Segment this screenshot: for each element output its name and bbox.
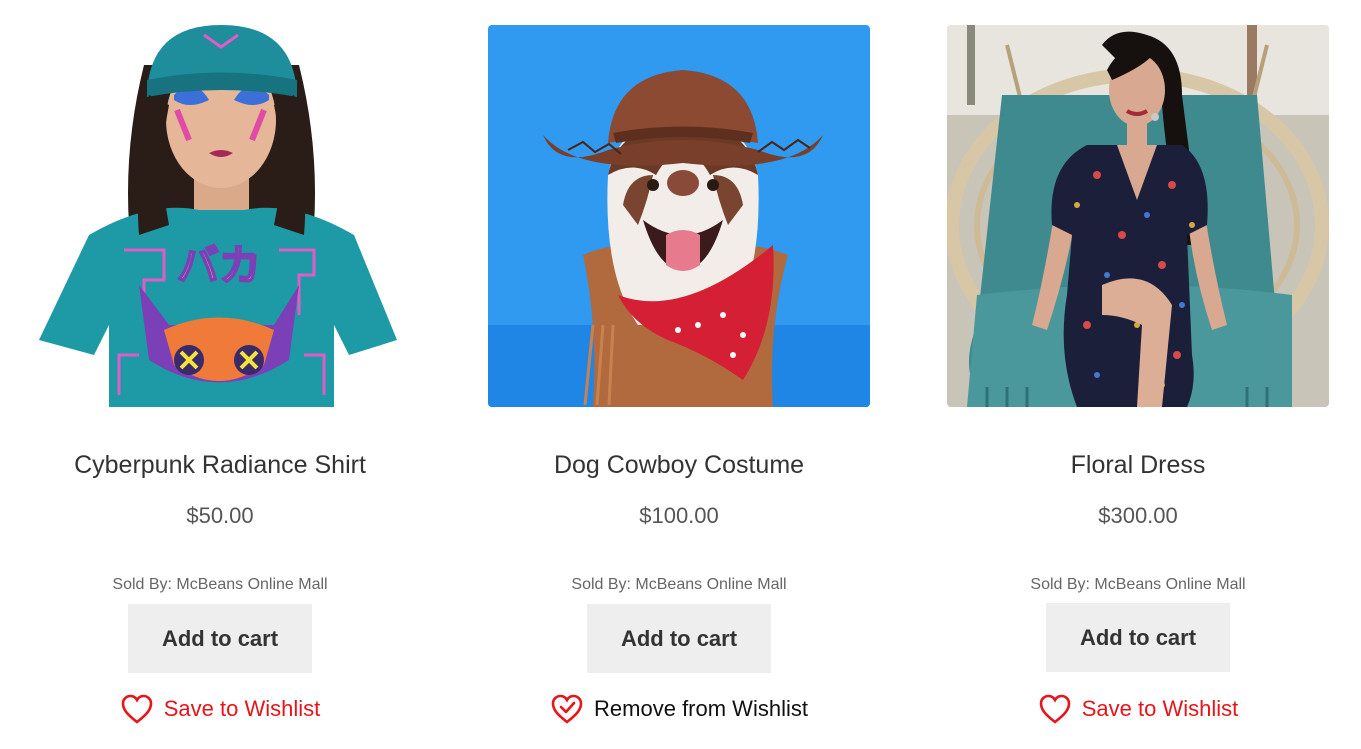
- product-price: $50.00: [186, 503, 254, 528]
- product-image-link[interactable]: [947, 25, 1329, 407]
- remove-from-wishlist-link[interactable]: Remove from Wishlist: [488, 693, 870, 725]
- sold-by-label: Sold By: McBeans Online Mall: [571, 576, 787, 593]
- sold-by-label: Sold By: McBeans Online Mall: [112, 576, 328, 593]
- product-price: $300.00: [1098, 503, 1178, 528]
- product-image-link[interactable]: バカ: [29, 25, 411, 407]
- heart-check-icon: [550, 693, 584, 725]
- wishlist-label: Remove from Wishlist: [594, 696, 808, 721]
- save-to-wishlist-link[interactable]: Save to Wishlist: [29, 693, 411, 725]
- product-title[interactable]: Cyberpunk Radiance Shirt: [29, 450, 411, 480]
- heart-icon: [1038, 693, 1072, 725]
- product-image: [947, 25, 1329, 407]
- add-to-cart-button[interactable]: Add to cart: [1046, 603, 1230, 672]
- product-title[interactable]: Dog Cowboy Costume: [488, 450, 870, 480]
- product-title[interactable]: Floral Dress: [947, 450, 1329, 480]
- product-price: $100.00: [639, 503, 719, 528]
- wishlist-label: Save to Wishlist: [1081, 696, 1239, 721]
- product-card: バカ Cyberpunk Radiance Shirt $50.00 Sold …: [29, 25, 411, 749]
- product-image-link[interactable]: [488, 25, 870, 407]
- wishlist-label: Save to Wishlist: [163, 696, 321, 721]
- product-card: Floral Dress $300.00 Sold By: McBeans On…: [947, 25, 1329, 749]
- heart-icon: [120, 693, 154, 725]
- save-to-wishlist-link[interactable]: Save to Wishlist: [947, 693, 1329, 725]
- product-card: Dog Cowboy Costume $100.00 Sold By: McBe…: [488, 25, 870, 749]
- product-image: バカ: [29, 25, 411, 407]
- product-image: [488, 25, 870, 407]
- product-grid: バカ Cyberpunk Radiance Shirt $50.00 Sold …: [0, 0, 1361, 749]
- sold-by-label: Sold By: McBeans Online Mall: [1030, 576, 1246, 593]
- add-to-cart-button[interactable]: Add to cart: [128, 604, 312, 673]
- shirt-graphic-text: バカ: [177, 241, 261, 290]
- add-to-cart-button[interactable]: Add to cart: [587, 604, 771, 673]
